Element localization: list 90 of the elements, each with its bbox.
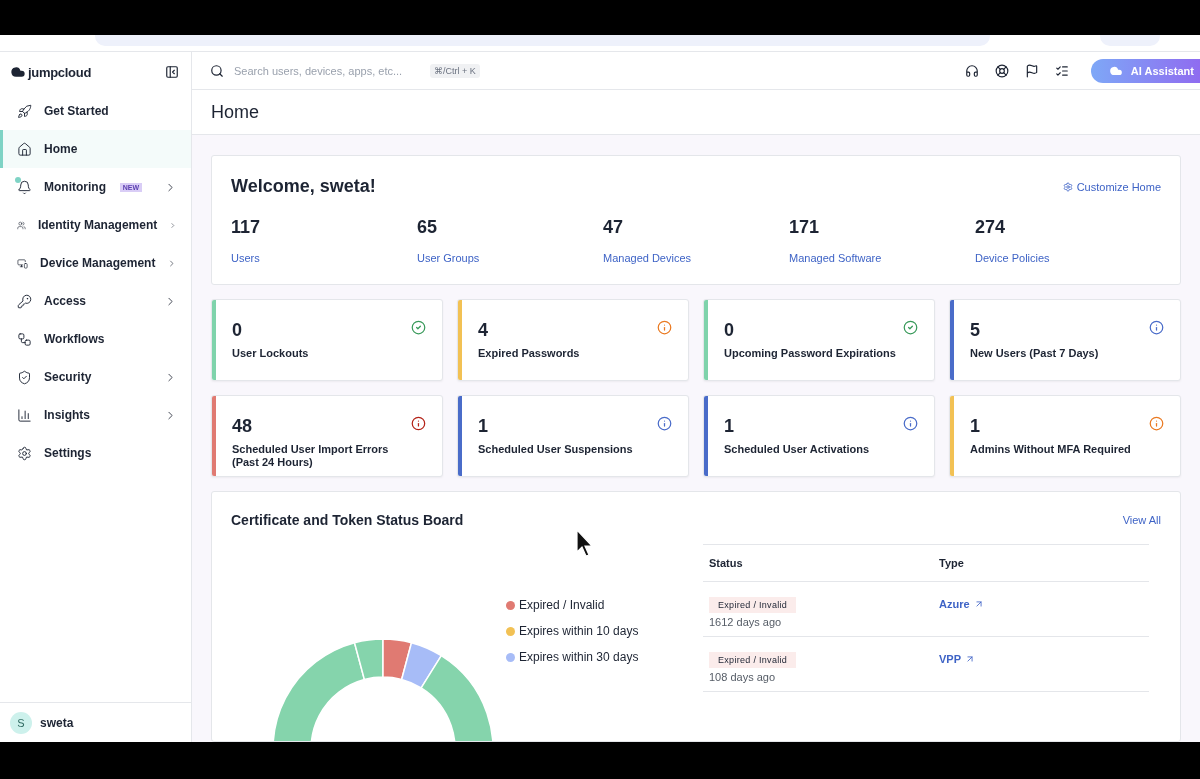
status-count: 0 (724, 320, 735, 341)
status-label: New Users (Past 7 Days) (970, 347, 1099, 361)
status-card[interactable]: 1 Admins Without MFA Required (949, 395, 1181, 477)
gear-icon (1062, 181, 1073, 192)
type-link[interactable]: Azure (939, 598, 984, 610)
view-all-link[interactable]: View All (1122, 514, 1161, 526)
external-link-icon (965, 654, 975, 664)
info-icon (1149, 320, 1164, 335)
status-card[interactable]: 0 Upcoming Password Expirations (703, 299, 935, 381)
age-text: 1612 days ago (709, 616, 783, 628)
page-title: Home (211, 101, 259, 123)
status-count: 1 (724, 416, 735, 437)
stat-link[interactable]: Managed Software (789, 252, 975, 264)
headset-icon[interactable] (964, 63, 979, 78)
status-card[interactable]: 5 New Users (Past 7 Days) (949, 299, 1181, 381)
nav-item[interactable]: Security (0, 358, 191, 396)
flag-icon[interactable] (1024, 63, 1039, 78)
age-text: 108 days ago (709, 671, 777, 683)
key-icon (17, 293, 32, 309)
status-count: 1 (970, 416, 981, 437)
brand-logo[interactable]: jumpcloud (10, 64, 92, 80)
stat-link[interactable]: Users (231, 252, 417, 264)
status-tag: Expired / Invalid (709, 652, 797, 668)
collapse-sidebar-icon[interactable] (165, 65, 179, 79)
shield-icon (17, 369, 32, 385)
board-title: Certificate and Token Status Board (231, 512, 464, 528)
bar-chart-icon (17, 407, 32, 423)
check-circle-icon (411, 320, 426, 335)
status-label: Upcoming Password Expirations (724, 347, 896, 361)
user-name: sweta (40, 715, 74, 730)
gear-icon (17, 445, 32, 461)
status-label: Expired Passwords (478, 347, 580, 361)
status-tag: Expired / Invalid (709, 597, 797, 613)
stat-link[interactable]: User Groups (417, 252, 603, 264)
nav-item[interactable]: Insights (0, 396, 191, 434)
mouse-cursor-icon (576, 529, 594, 557)
check-circle-icon (903, 320, 918, 335)
legend-label: Expires within 30 days (519, 650, 639, 664)
home-icon (17, 141, 32, 157)
legend-label: Expires within 10 days (519, 624, 639, 638)
bell-icon (17, 179, 32, 195)
status-label: Scheduled User Suspensions (478, 443, 633, 457)
nav-item[interactable]: Access (0, 282, 191, 320)
info-icon (411, 416, 426, 431)
status-label: Scheduled User Activations (724, 443, 870, 457)
info-icon (657, 320, 672, 335)
search-icon (210, 63, 224, 78)
nav-item[interactable]: Home (0, 130, 191, 168)
customize-home-link[interactable]: Customize Home (1062, 180, 1161, 193)
status-count: 1 (478, 416, 489, 437)
status-card[interactable]: 1 Scheduled User Suspensions (457, 395, 689, 477)
stat-value: 117 (231, 217, 262, 238)
info-icon (657, 416, 672, 431)
status-count: 0 (232, 320, 243, 341)
workflow-icon (17, 331, 32, 347)
shortcut-hint: ⌘/Ctrl + K (430, 63, 480, 78)
status-label: User Lockouts (232, 347, 309, 361)
status-card[interactable]: 4 Expired Passwords (457, 299, 689, 381)
external-link-icon (973, 599, 984, 609)
checklist-icon[interactable] (1054, 63, 1069, 78)
donut-slice (382, 639, 413, 681)
info-icon (1149, 416, 1164, 431)
stat-link[interactable]: Managed Devices (603, 252, 789, 264)
stat-value: 274 (975, 217, 1007, 238)
status-card[interactable]: 1 Scheduled User Activations (703, 395, 935, 477)
nav-item[interactable]: Identity Management (0, 206, 191, 244)
welcome-title: Welcome, sweta! (231, 176, 376, 197)
status-label: Admins Without MFA Required (970, 443, 1131, 457)
stat-link[interactable]: Device Policies (975, 252, 1161, 264)
status-label: Scheduled User Import Errors (Past 24 Hours) (232, 443, 390, 470)
rocket-icon (17, 103, 32, 119)
column-header: Status (709, 557, 744, 569)
nav-item[interactable]: Get Started (0, 92, 191, 130)
status-count: 48 (232, 416, 254, 437)
stat-value: 47 (603, 217, 625, 238)
nav-item[interactable]: Settings (0, 434, 191, 472)
column-header: Type (939, 557, 965, 569)
info-icon (903, 416, 918, 431)
status-card[interactable]: 0 User Lockouts (211, 299, 443, 381)
stat-value: 171 (789, 217, 821, 238)
status-card[interactable]: 48 Scheduled User Import Errors (Past 24 Hours) (211, 395, 443, 477)
type-link[interactable]: VPP (939, 653, 975, 665)
stat-value: 65 (417, 217, 439, 238)
user-avatar[interactable]: S (10, 711, 32, 734)
legend-label: Expired / Invalid (519, 598, 605, 612)
nav-item[interactable]: Workflows (0, 320, 191, 358)
status-count: 4 (478, 320, 489, 341)
status-count: 5 (970, 320, 981, 341)
nav-item[interactable]: Device Management (0, 244, 191, 282)
lifebuoy-icon[interactable] (994, 63, 1009, 78)
